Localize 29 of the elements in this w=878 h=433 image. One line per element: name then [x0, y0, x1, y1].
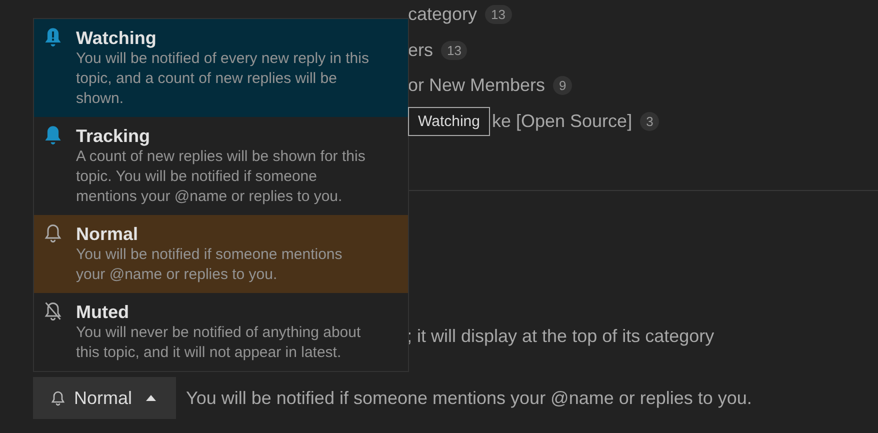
bell-icon: [44, 125, 62, 145]
reply-count: 13: [441, 40, 468, 60]
notification-description: You will be notified if someone mentions your @name or replies to you.: [186, 388, 752, 408]
topic-link[interactable]: category: [408, 4, 478, 26]
option-title: Tracking: [76, 125, 152, 147]
notification-option[interactable]: Muted You will never be notified of anything about this topic, and it will not appear in latest.: [34, 293, 408, 371]
option-description: A count of new replies will be shown for this topic. You will be notified if someone mentions your @name or replies to you.: [76, 147, 366, 207]
option-title: Normal: [76, 223, 140, 245]
reply-count: 3: [640, 112, 660, 131]
notification-button[interactable]: Normal: [33, 377, 176, 419]
option-description: You will be notified of every new reply in this topic, and a count of new replies will be shown.: [76, 49, 370, 109]
topic-link[interactable]: ers: [408, 40, 434, 61]
notification-option[interactable]: Watching You will be notified of every new reply in this topic, and a count of new replies will be shown.: [34, 19, 408, 117]
caret-icon: [146, 395, 156, 401]
bell-off-icon: [44, 301, 62, 321]
bell-icon: [50, 390, 66, 406]
option-description: You will never be notified of anything about this topic, and it will not appear in latest.: [76, 323, 362, 363]
topic-link[interactable]: ke [Open Source]: [492, 110, 632, 132]
topic-link[interactable]: or New Members: [408, 75, 546, 96]
notification-option[interactable]: Normal You will be notified if someone mentions your @name or replies to you.: [34, 215, 408, 293]
bell-icon: [44, 223, 62, 243]
notification-option[interactable]: Tracking A count of new replies will be shown for this topic. You will be notified if someone mentions your @name or replies to you.: [34, 117, 408, 215]
reply-count: 9: [553, 76, 572, 96]
option-description: You will be notified if someone mentions your @name or replies to you.: [76, 245, 344, 285]
option-title: Muted: [76, 301, 130, 323]
option-title: Watching: [76, 27, 158, 49]
tooltip: Watching: [408, 106, 490, 136]
bell-alert-icon: [44, 27, 62, 47]
reply-count: 13: [485, 5, 512, 24]
